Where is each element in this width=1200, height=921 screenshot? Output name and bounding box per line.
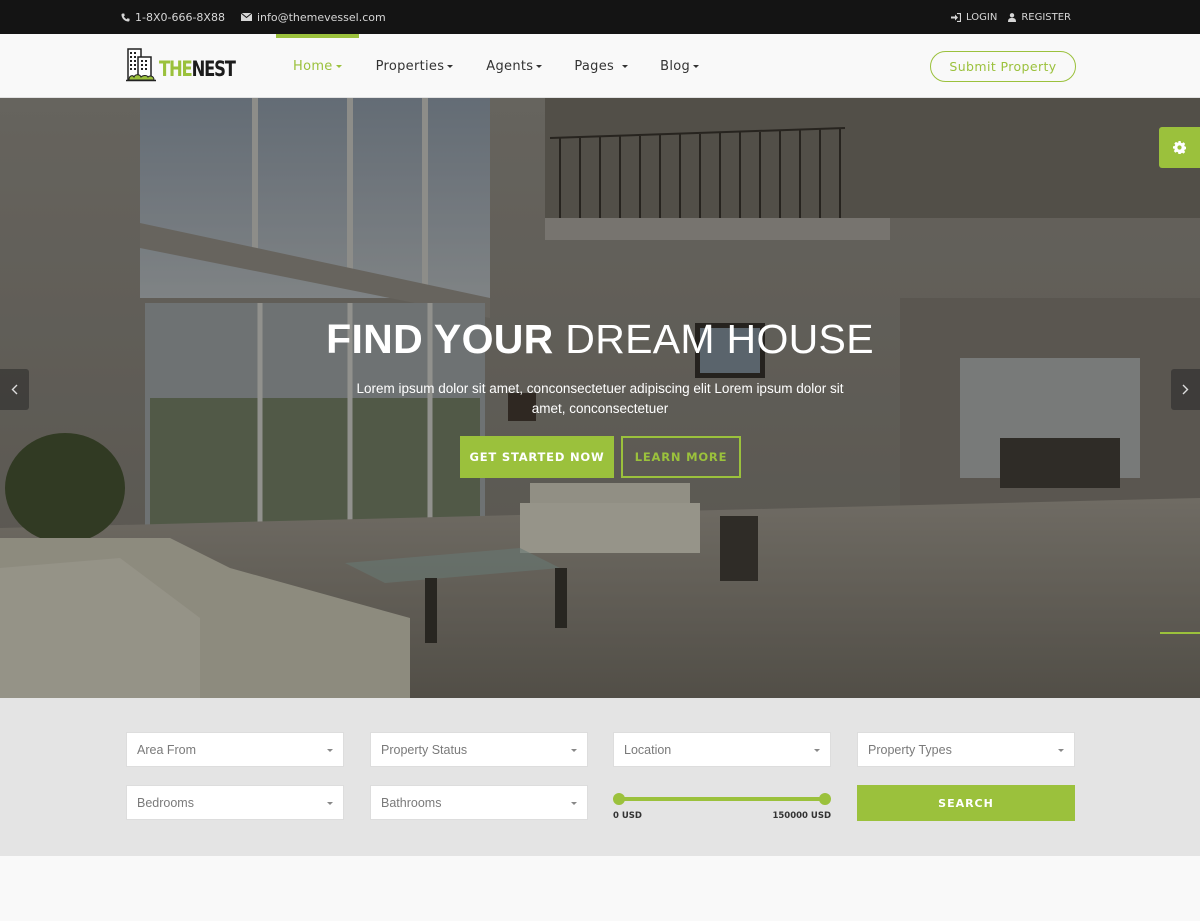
login-label: LOGIN [966, 11, 998, 23]
email-contact[interactable]: info@themevessel.com [240, 10, 386, 24]
dropdown-arrow-icon [814, 749, 820, 752]
caret-down-icon [335, 65, 342, 68]
search-button[interactable]: SEARCH [857, 785, 1075, 821]
nav-item-blog[interactable]: Blog [644, 34, 715, 98]
get-started-button[interactable]: GET STARTED NOW [460, 436, 614, 478]
phone-contact[interactable]: 1-8X0-666-8X88 [121, 11, 225, 24]
logo-text: THENEST [159, 57, 236, 81]
price-range-track[interactable] [619, 797, 825, 801]
nav-item-home[interactable]: Home [276, 34, 359, 98]
page-content-area [0, 856, 1200, 921]
price-min-label: 0 USD [613, 811, 642, 821]
nav-item-agents[interactable]: Agents [470, 34, 558, 98]
price-min-handle[interactable] [613, 793, 625, 805]
dropdown-arrow-icon [327, 749, 333, 752]
settings-toggle-button[interactable] [1159, 127, 1200, 168]
chevron-left-icon [11, 384, 18, 395]
dropdown-arrow-icon [1058, 749, 1064, 752]
bathrooms-select[interactable]: Bathrooms [370, 785, 588, 820]
dropdown-arrow-icon [571, 802, 577, 805]
location-select[interactable]: Location [613, 732, 831, 767]
caret-down-icon [622, 65, 629, 68]
register-link[interactable]: REGISTER [1008, 12, 1071, 23]
price-max-label: 150000 USD [772, 811, 831, 821]
nav-item-pages[interactable]: Pages [558, 34, 644, 98]
sign-in-icon [951, 12, 962, 22]
envelope-icon [240, 13, 252, 21]
phone-icon [121, 12, 130, 22]
building-logo-icon [126, 48, 156, 82]
login-link[interactable]: LOGIN [951, 12, 997, 23]
caret-down-icon [536, 65, 543, 68]
price-range-slider: 0 USD 150000 USD [613, 793, 831, 823]
phone-number: 1-8X0-666-8X88 [135, 10, 225, 24]
learn-more-button[interactable]: LEARN MORE [621, 436, 741, 478]
bedrooms-select[interactable]: Bedrooms [126, 785, 344, 820]
hero-title: FIND YOUR DREAM HOUSE [326, 316, 874, 362]
price-max-handle[interactable] [819, 793, 831, 805]
property-search-panel: Area From Property Status Location Prope… [0, 698, 1200, 856]
slide-progress-indicator [1160, 632, 1200, 634]
property-status-select[interactable]: Property Status [370, 732, 588, 767]
area-from-select[interactable]: Area From [126, 732, 344, 767]
register-label: REGISTER [1021, 11, 1071, 23]
caret-down-icon [447, 65, 454, 68]
chevron-right-icon [1182, 384, 1189, 395]
email-address: info@themevessel.com [256, 10, 386, 24]
main-header: THENEST Home Properties Agents Pages Blo… [0, 34, 1200, 98]
gear-icon [1173, 141, 1186, 154]
slider-prev-button[interactable] [0, 369, 29, 410]
hero-slider: FIND YOUR DREAM HOUSE Lorem ipsum dolor … [0, 98, 1200, 698]
hero-subtitle: Lorem ipsum dolor sit amet, conconsectet… [356, 381, 844, 416]
top-bar: 1-8X0-666-8X88 info@themevessel.com LOGI… [0, 0, 1200, 34]
nav-item-properties[interactable]: Properties [359, 34, 471, 98]
submit-property-button[interactable]: Submit Property [930, 51, 1076, 82]
dropdown-arrow-icon [571, 749, 577, 752]
dropdown-arrow-icon [327, 802, 333, 805]
property-types-select[interactable]: Property Types [857, 732, 1075, 767]
main-nav: Home Properties Agents Pages Blog [276, 34, 715, 98]
logo[interactable]: THENEST [126, 48, 256, 83]
slider-next-button[interactable] [1171, 369, 1200, 410]
user-icon [1008, 12, 1017, 22]
caret-down-icon [693, 65, 700, 68]
